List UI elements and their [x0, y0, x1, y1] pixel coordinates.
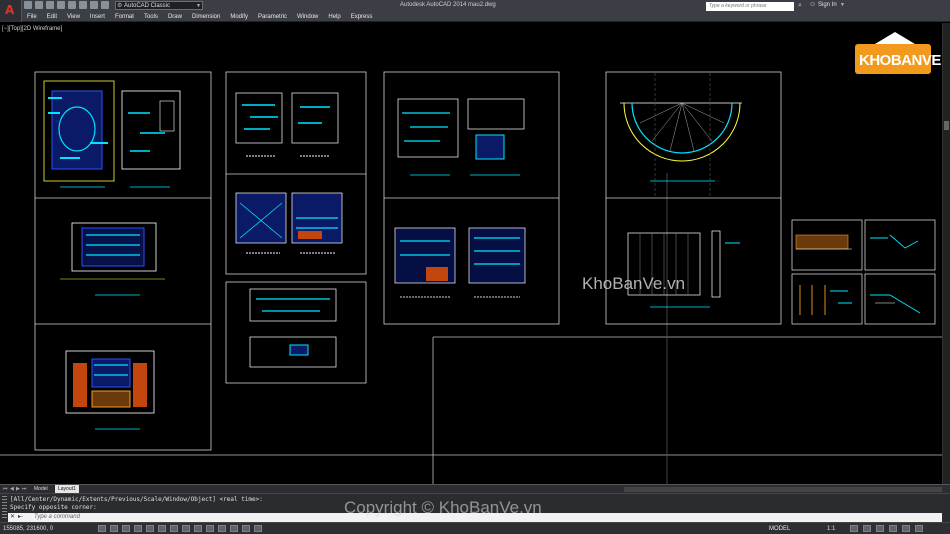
- menu-tools[interactable]: Tools: [139, 14, 163, 20]
- menu-modify[interactable]: Modify: [225, 14, 253, 20]
- quick-properties-icon[interactable]: [242, 525, 250, 532]
- object-snap-icon[interactable]: [158, 525, 166, 532]
- tab-model[interactable]: Model: [31, 485, 51, 493]
- annotation-scale[interactable]: 1:1: [827, 526, 835, 532]
- floor-plan-1: [43, 80, 181, 188]
- user-icon: ☺: [809, 1, 817, 8]
- save-as-icon[interactable]: [57, 1, 65, 9]
- model-space-canvas[interactable]: [−][Top][2D Wireframe] KHOBANVE KhoBanVe…: [0, 23, 942, 484]
- sign-in-button[interactable]: Sign In: [818, 2, 837, 8]
- lineweight-icon[interactable]: [218, 525, 226, 532]
- chevron-down-icon[interactable]: ▼: [840, 2, 845, 8]
- quick-access-toolbar: [24, 1, 109, 11]
- plot-icon[interactable]: [68, 1, 76, 9]
- menu-dimension[interactable]: Dimension: [187, 14, 225, 20]
- command-input[interactable]: Type a command: [34, 513, 80, 522]
- command-history: [All/Center/Dynamic/Extents/Previous/Sca…: [10, 496, 263, 512]
- prev-tab-icon[interactable]: ◀: [10, 486, 14, 492]
- search-input[interactable]: Type a keyword or phrase: [706, 2, 794, 11]
- menu-express[interactable]: Express: [346, 14, 378, 20]
- new-icon[interactable]: [24, 1, 32, 9]
- model-space-toggle[interactable]: MODEL: [769, 526, 790, 532]
- infer-constraints-icon[interactable]: [98, 525, 106, 532]
- grid-display-icon[interactable]: [122, 525, 130, 532]
- 3d-object-snap-icon[interactable]: [170, 525, 178, 532]
- next-tab-icon[interactable]: ▶: [16, 486, 20, 492]
- house-roof-icon: [875, 32, 915, 44]
- menu-bar: File Edit View Insert Format Tools Draw …: [22, 12, 950, 22]
- last-tab-icon[interactable]: ⏭: [22, 486, 27, 492]
- menu-file[interactable]: File: [25, 14, 42, 20]
- autocad-window: ⚙ AutoCAD Classic ▼ Autodesk AutoCAD 201…: [0, 0, 950, 534]
- drawing-sheets: [0, 71, 942, 484]
- menu-draw[interactable]: Draw: [163, 14, 187, 20]
- menu-insert[interactable]: Insert: [85, 14, 110, 20]
- window-title: Autodesk AutoCAD 2014 mau2.dwg: [400, 2, 496, 8]
- elevation-2: [65, 350, 155, 430]
- drafting-toggles: [98, 525, 262, 532]
- coordinates-readout: 155085, 231600, 0: [3, 526, 54, 532]
- object-snap-tracking-icon[interactable]: [182, 525, 190, 532]
- menu-help[interactable]: Help: [323, 14, 345, 20]
- menu-parametric[interactable]: Parametric: [253, 14, 292, 20]
- vertical-scrollbar[interactable]: [942, 23, 950, 484]
- title-bar: ⚙ AutoCAD Classic ▼ Autodesk AutoCAD 201…: [0, 0, 950, 12]
- menu-edit[interactable]: Edit: [42, 14, 62, 20]
- ortho-mode-icon[interactable]: [134, 525, 142, 532]
- isolate-objects-icon[interactable]: [902, 525, 910, 532]
- autocad-logo-icon: A: [5, 3, 15, 17]
- elevation-1: [60, 222, 165, 296]
- application-menu-button[interactable]: A: [0, 0, 22, 22]
- command-history-line: Specify opposite corner:: [10, 504, 97, 511]
- workspace-label: AutoCAD Classic: [124, 3, 171, 9]
- dynamic-ucs-icon[interactable]: [194, 525, 202, 532]
- menu-window[interactable]: Window: [292, 14, 323, 20]
- undo-icon[interactable]: [79, 1, 87, 9]
- annotation-visibility-icon[interactable]: [850, 525, 858, 532]
- dropdown-icon[interactable]: [101, 1, 109, 9]
- hardware-acceleration-icon[interactable]: [889, 525, 897, 532]
- save-icon[interactable]: [46, 1, 54, 9]
- polar-tracking-icon[interactable]: [146, 525, 154, 532]
- redo-icon[interactable]: [90, 1, 98, 9]
- menu-view[interactable]: View: [62, 14, 85, 20]
- tab-layout1[interactable]: Layout1: [55, 485, 79, 493]
- workspace-dropdown[interactable]: ⚙ AutoCAD Classic ▼: [115, 1, 203, 10]
- semicircle-staircase-plan: [620, 73, 742, 198]
- snap-mode-icon[interactable]: [110, 525, 118, 532]
- horizontal-scrollbar[interactable]: [624, 487, 942, 492]
- elevation-4: [627, 230, 740, 308]
- transparency-icon[interactable]: [230, 525, 238, 532]
- detail-drawings: [795, 234, 921, 315]
- logo-text: KHOBANVE: [859, 52, 941, 69]
- status-bar: 155085, 231600, 0 MODEL 1:1: [0, 522, 950, 534]
- command-line-grip[interactable]: [2, 496, 7, 520]
- chevron-down-icon: ▼: [196, 3, 201, 9]
- command-history-line: [All/Center/Dynamic/Extents/Previous/Sca…: [10, 496, 263, 503]
- layout-tabs-bar: ⏮ ◀ ▶ ⏭ Model Layout1: [0, 484, 950, 493]
- scrollbar-thumb[interactable]: [944, 121, 949, 130]
- watermark-center: KhoBanVe.vn: [582, 274, 686, 293]
- khobanve-logo: KHOBANVE: [849, 32, 941, 78]
- dynamic-input-icon[interactable]: [206, 525, 214, 532]
- search-icon[interactable]: ⌕: [798, 2, 802, 10]
- sheet-group-3: [383, 71, 560, 325]
- selection-cycling-icon[interactable]: [254, 525, 262, 532]
- status-tray: [850, 525, 923, 532]
- first-tab-icon[interactable]: ⏮: [3, 486, 8, 492]
- menu-format[interactable]: Format: [110, 14, 139, 20]
- plan-set-2: [235, 92, 343, 368]
- open-icon[interactable]: [35, 1, 43, 9]
- clean-screen-icon[interactable]: [915, 525, 923, 532]
- command-prompt-icon[interactable]: ▸-: [18, 513, 23, 522]
- gear-icon: ⚙: [117, 3, 123, 9]
- watermark-copyright: Copyright © KhoBanVe.vn: [344, 498, 542, 517]
- workspace-switching-icon[interactable]: [863, 525, 871, 532]
- lock-icon[interactable]: [876, 525, 884, 532]
- close-icon[interactable]: ✕: [10, 513, 15, 522]
